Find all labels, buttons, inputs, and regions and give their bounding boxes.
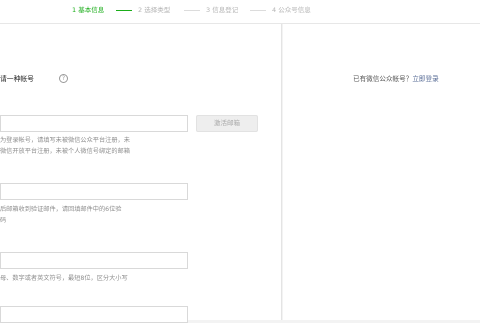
step-4-account-info: 4 公众号信息 bbox=[272, 6, 311, 14]
step-connector bbox=[116, 10, 132, 11]
email-tip-line-1: 为登录帐号，请填写未被微信公众平台注册，未 bbox=[0, 137, 130, 144]
password-input[interactable] bbox=[0, 252, 188, 269]
login-link[interactable]: 立即登录 bbox=[412, 75, 438, 83]
verification-code-input[interactable] bbox=[0, 183, 188, 200]
existing-account-question: 已有微信公众帐号？ bbox=[353, 75, 413, 83]
code-tip-line-1: 后邮箱收到验证邮件，请回填邮件中的6位验 bbox=[0, 206, 122, 213]
existing-account-prompt: 已有微信公众帐号？立即登录 bbox=[353, 74, 439, 84]
code-tip-line-2: 码 bbox=[0, 217, 7, 224]
step-connector bbox=[184, 10, 200, 11]
confirm-password-input[interactable] bbox=[0, 306, 188, 323]
email-input[interactable] bbox=[0, 115, 188, 132]
email-tip-line-2: 微信开放平台注册，未被个人微信号绑定的邮箱 bbox=[0, 148, 130, 155]
help-icon[interactable]: ? bbox=[59, 74, 68, 83]
step-2-choose-type: 2 选择类型 bbox=[138, 6, 171, 14]
activate-email-button[interactable]: 激活邮箱 bbox=[196, 115, 258, 132]
step-connector bbox=[250, 10, 266, 11]
step-1-basic-info: 1 基本信息 bbox=[72, 6, 105, 14]
step-bar: 1 基本信息 2 选择类型 3 信息登记 4 公众号信息 bbox=[0, 0, 480, 24]
step-3-registration: 3 信息登记 bbox=[206, 6, 239, 14]
form-title: 请一种帐号 bbox=[0, 75, 34, 83]
side-panel bbox=[283, 24, 480, 320]
password-tip: 母、数字或者英文符号，最短8位，区分大小写 bbox=[0, 275, 128, 282]
